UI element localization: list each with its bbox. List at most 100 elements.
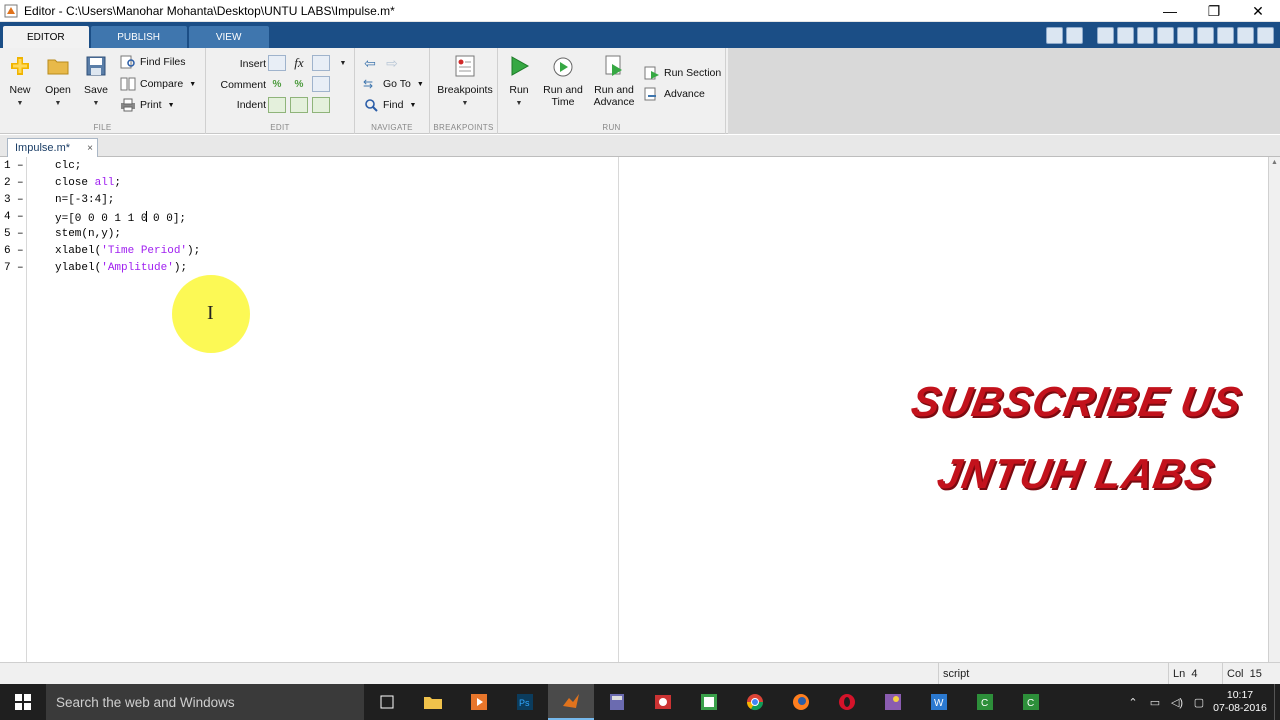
run-section: Run ▼ Run and Time Run and Advance Run S… [498, 48, 726, 134]
insert-label[interactable]: Insert [240, 58, 266, 70]
line-number: 1 [4, 160, 11, 172]
ribbon-tab-strip: EDITOR PUBLISH VIEW [0, 22, 1280, 48]
advance-button[interactable]: Advance [644, 85, 705, 103]
increase-indent-icon[interactable] [290, 97, 308, 113]
media-player-icon[interactable] [456, 684, 502, 720]
back-arrow-icon[interactable]: ⇦ [361, 55, 379, 71]
undo-icon[interactable] [1157, 26, 1174, 44]
redo-icon[interactable] [1177, 26, 1194, 44]
tab-view[interactable]: VIEW [188, 26, 269, 48]
cut-icon[interactable] [1097, 26, 1114, 44]
help-icon[interactable] [1217, 26, 1234, 44]
maximize-button[interactable]: ❐ [1192, 0, 1236, 22]
code-line[interactable]: 6– xlabel('Time Period'); [0, 243, 1268, 260]
go-to-button[interactable]: ⇆ Go To ▼ [363, 75, 424, 93]
run-and-advance-icon [605, 55, 622, 76]
volume-icon[interactable]: ◁) [1166, 696, 1188, 709]
insert-dropdown-icon[interactable]: ▼ [334, 55, 352, 71]
code-token: ); [187, 245, 201, 257]
find-button[interactable]: Find ▼ [363, 96, 416, 114]
save-button[interactable]: Save ▼ [82, 54, 110, 110]
compare-button[interactable]: Compare ▼ [120, 75, 196, 93]
line-number: 3 [4, 194, 11, 206]
ribbon: New ▼ Open ▼ Save ▼ Find Files Compare ▼… [0, 48, 1280, 134]
save-icon[interactable] [1066, 26, 1083, 44]
spreadsheet-icon[interactable] [686, 684, 732, 720]
taskbar-search-box[interactable]: Search the web and Windows [46, 684, 364, 720]
new-icon [11, 57, 29, 75]
svg-text:C: C [1027, 698, 1034, 709]
breakpoint-marker[interactable]: – [17, 262, 24, 274]
breakpoint-marker[interactable]: – [17, 160, 24, 172]
windows-logo-icon [15, 694, 31, 710]
breakpoint-marker[interactable]: – [17, 228, 24, 240]
code-line[interactable]: 7– ylabel('Amplitude'); [0, 260, 1268, 277]
minimize-button[interactable]: — [1148, 0, 1192, 22]
file-explorer-icon[interactable] [410, 684, 456, 720]
insert-function-icon[interactable]: fx [290, 55, 308, 71]
open-button[interactable]: Open ▼ [44, 54, 72, 110]
show-hidden-icons-icon[interactable]: ⌃ [1122, 696, 1144, 709]
insert-section-icon[interactable] [268, 55, 286, 71]
comment-label[interactable]: Comment [220, 79, 266, 91]
codeblocks-icon[interactable]: C [962, 684, 1008, 720]
task-view-icon[interactable] [364, 684, 410, 720]
vertical-scrollbar[interactable]: ▲ [1268, 157, 1280, 662]
media-center-icon[interactable] [640, 684, 686, 720]
breakpoint-marker[interactable]: – [17, 245, 24, 257]
code-line[interactable]: 4– y=[0 0 0 1 1 0 0 0]; [0, 209, 1268, 226]
window-title: Editor - C:\Users\Manohar Mohanta\Deskto… [24, 3, 395, 18]
close-tab-icon[interactable]: × [87, 143, 93, 154]
wrap-comments-icon[interactable] [312, 76, 330, 92]
word-icon[interactable]: W [916, 684, 962, 720]
code-line[interactable]: 1– clc; [0, 158, 1268, 175]
copy-icon[interactable] [1117, 26, 1134, 44]
start-button[interactable] [0, 684, 46, 720]
code-line[interactable]: 2– close all; [0, 175, 1268, 192]
run-button[interactable]: Run ▼ [506, 54, 532, 110]
pin-icon[interactable] [1257, 26, 1274, 44]
tab-editor[interactable]: EDITOR [3, 26, 89, 48]
forward-arrow-icon[interactable]: ⇨ [383, 55, 401, 71]
decrease-indent-icon[interactable] [312, 97, 330, 113]
show-desktop-button[interactable] [1274, 684, 1280, 720]
find-files-icon [120, 55, 135, 69]
codeblocks-2-icon[interactable]: C [1008, 684, 1054, 720]
network-icon[interactable]: ▭ [1144, 696, 1166, 709]
print-button[interactable]: Print ▼ [120, 96, 175, 114]
breakpoints-button[interactable]: Breakpoints ▼ [436, 54, 494, 110]
matlab-taskbar-icon[interactable] [548, 684, 594, 720]
clock[interactable]: 10:17 07-08-2016 [1210, 689, 1270, 715]
paint-icon[interactable] [870, 684, 916, 720]
run-and-advance-button[interactable]: Run and Advance [592, 54, 636, 108]
run-and-time-button[interactable]: Run and Time [542, 54, 584, 108]
uncomment-icon[interactable]: % [290, 76, 308, 92]
smart-indent-icon[interactable] [268, 97, 286, 113]
notifications-icon[interactable]: ▢ [1188, 696, 1210, 709]
indent-label[interactable]: Indent [237, 99, 266, 111]
close-button[interactable]: ✕ [1236, 0, 1280, 22]
breakpoint-marker[interactable]: – [17, 177, 24, 189]
code-line[interactable]: 3– n=[-3:4]; [0, 192, 1268, 209]
opera-icon[interactable] [824, 684, 870, 720]
quick-access-icon[interactable] [1046, 26, 1063, 44]
tab-publish[interactable]: PUBLISH [90, 26, 187, 48]
svg-text:C: C [981, 698, 988, 709]
run-section-button[interactable]: Run Section [644, 64, 721, 82]
tab-impulse-m[interactable]: Impulse.m* × [7, 138, 98, 157]
chrome-icon[interactable] [732, 684, 778, 720]
expand-icon[interactable] [1237, 26, 1254, 44]
paste-icon[interactable] [1137, 26, 1154, 44]
code-line[interactable]: 5– stem(n,y); [0, 226, 1268, 243]
calculator-icon[interactable] [594, 684, 640, 720]
breakpoint-marker[interactable]: – [17, 194, 24, 206]
new-button[interactable]: New ▼ [6, 54, 34, 110]
find-files-button[interactable]: Find Files [120, 53, 186, 71]
insert-template-icon[interactable] [312, 55, 330, 71]
breakpoint-marker[interactable]: – [17, 211, 24, 223]
switch-windows-icon[interactable] [1197, 26, 1214, 44]
svg-text:W: W [934, 698, 944, 709]
photoshop-icon[interactable]: Ps [502, 684, 548, 720]
firefox-icon[interactable] [778, 684, 824, 720]
comment-icon[interactable]: % [268, 76, 286, 92]
